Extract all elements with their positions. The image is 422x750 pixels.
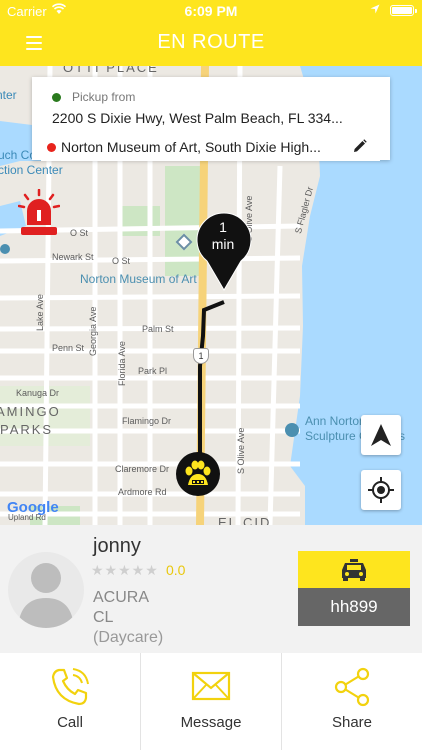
call-label: Call	[57, 714, 83, 731]
eta-marker: 1 min	[195, 211, 253, 291]
message-button[interactable]: Message	[140, 653, 280, 750]
map-label: O St	[70, 228, 89, 238]
dropoff-dot-icon	[47, 143, 56, 152]
museum-label: Norton Museum of Art	[80, 272, 197, 286]
vehicle-type-badge	[298, 551, 410, 588]
map-label: S Olive Ave	[236, 427, 246, 474]
map-label: Newark St	[52, 252, 94, 262]
share-label: Share	[331, 714, 373, 731]
edit-pencil-icon[interactable]	[353, 139, 367, 153]
map-label: Park Pl	[138, 366, 168, 376]
map-label: PARKS	[0, 422, 54, 437]
rating-stars: ★★★★★	[91, 562, 159, 578]
map-label: OTTI PLACE	[63, 66, 159, 75]
clock: 6:09 PM	[184, 3, 238, 19]
map-label: AMINGO	[0, 404, 61, 419]
pickup-label: Pickup from	[72, 90, 136, 104]
battery-icon	[390, 5, 417, 16]
share-button[interactable]: Share	[281, 653, 421, 750]
eta-unit: min	[211, 236, 235, 252]
map-label: Flamingo Dr	[122, 416, 172, 426]
siren-icon	[18, 189, 60, 235]
driver-avatar	[8, 552, 84, 628]
map-label: Ardmore Rd	[118, 487, 167, 497]
poi-marker-icon	[285, 423, 299, 437]
app-header: Carrier 6:09 PM EN ROUTE	[0, 0, 422, 66]
driver-info-panel: jonny ★★★★★ 0.0 ACURA CL (Daycare) hh899	[0, 525, 422, 653]
eta-value: 1	[219, 219, 227, 235]
location-arrow-icon	[370, 4, 380, 14]
map-label: ction Center	[0, 163, 63, 177]
rating-value: 0.0	[166, 562, 186, 578]
poi-marker-icon	[0, 244, 10, 254]
dropoff-row[interactable]: Norton Museum of Art, South Dixie High..…	[41, 132, 380, 161]
map-label: EL CID	[218, 515, 272, 525]
status-bar: Carrier 6:09 PM	[0, 0, 422, 22]
license-plate: hh899	[298, 588, 410, 626]
crosshair-icon	[368, 477, 394, 503]
dropoff-address[interactable]: Norton Museum of Art, South Dixie High..…	[61, 139, 321, 155]
map-label: Penn St	[52, 343, 85, 353]
map-label: Palm St	[142, 324, 174, 334]
paw-icon	[185, 460, 211, 485]
pickup-dot-icon	[52, 93, 61, 102]
map-label: Kanuga Dr	[16, 388, 60, 398]
map-label: O St	[112, 256, 131, 266]
phone-icon	[51, 668, 89, 706]
car-model: CL	[93, 609, 114, 626]
envelope-icon	[191, 671, 231, 701]
map-label: Ann Norton	[305, 414, 366, 428]
google-logo: Google	[7, 499, 59, 516]
car-type: (Daycare)	[93, 629, 164, 646]
navigation-arrow-icon	[371, 424, 391, 446]
action-bar: Call Message Share	[0, 653, 422, 750]
my-location-button[interactable]	[361, 470, 401, 510]
car-make: ACURA	[93, 589, 150, 606]
message-label: Message	[180, 714, 242, 731]
taxi-car-icon	[342, 558, 366, 581]
map-label: nter	[0, 88, 17, 102]
page-title: EN ROUTE	[157, 31, 265, 53]
map-label: Georgia Ave	[88, 306, 98, 356]
pickup-address[interactable]: 2200 S Dixie Hwy, West Palm Beach, FL 33…	[52, 110, 343, 126]
compass-button[interactable]	[361, 415, 401, 455]
map-label: Lake Ave	[35, 294, 45, 331]
map-label: Florida Ave	[117, 341, 127, 386]
google-logo-text: Google	[7, 499, 59, 516]
driver-location-marker	[176, 452, 220, 496]
route-shield: 1	[193, 348, 209, 364]
user-silhouette-icon	[18, 563, 74, 628]
share-icon	[334, 667, 370, 707]
driver-name: jonny	[93, 535, 141, 557]
call-button[interactable]: Call	[0, 653, 140, 750]
map-label: Claremore Dr	[115, 464, 170, 474]
